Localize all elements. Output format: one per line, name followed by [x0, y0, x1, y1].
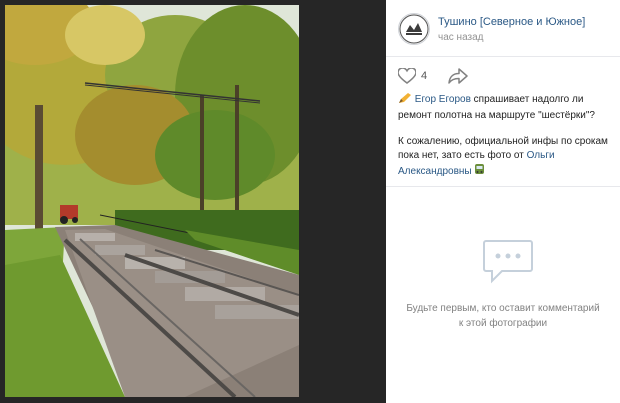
post-time[interactable]: час назад	[438, 32, 484, 43]
author-link[interactable]: Егор Егоров	[415, 94, 471, 105]
share-icon[interactable]	[448, 68, 468, 84]
tram-emoji	[474, 163, 485, 181]
like-count: 4	[421, 70, 428, 82]
comments-empty-state: Будьте первым, кто оставит комментарий к…	[386, 187, 620, 403]
post-actions: 4	[386, 56, 620, 86]
photo-viewer: Тушино [Северное и Южное] час назад 4 Ег…	[0, 0, 620, 403]
post-caption: Егор Егоров спрашивает надолго ли ремонт…	[398, 92, 612, 193]
pencil-emoji	[398, 92, 412, 109]
heart-icon[interactable]	[397, 67, 417, 84]
caption-paragraph-2: К сожалению, официальной инфы по срокам …	[398, 135, 612, 181]
photo-area	[0, 0, 386, 403]
caption-paragraph-1: Егор Егоров спрашивает надолго ли ремонт…	[398, 92, 612, 123]
group-name-link[interactable]: Тушино [Северное и Южное]	[438, 16, 585, 28]
caption-answer: К сожалению, официальной инфы по срокам …	[398, 136, 608, 161]
post-side-panel: Тушино [Северное и Южное] час назад 4 Ег…	[386, 0, 620, 403]
post-header: Тушино [Северное и Южное] час назад	[386, 0, 620, 57]
comment-bubble-icon	[482, 239, 534, 285]
tram-track-photo[interactable]	[5, 5, 299, 397]
group-avatar[interactable]	[398, 13, 430, 45]
comments-empty-text: Будьте первым, кто оставит комментарий к…	[406, 303, 600, 329]
